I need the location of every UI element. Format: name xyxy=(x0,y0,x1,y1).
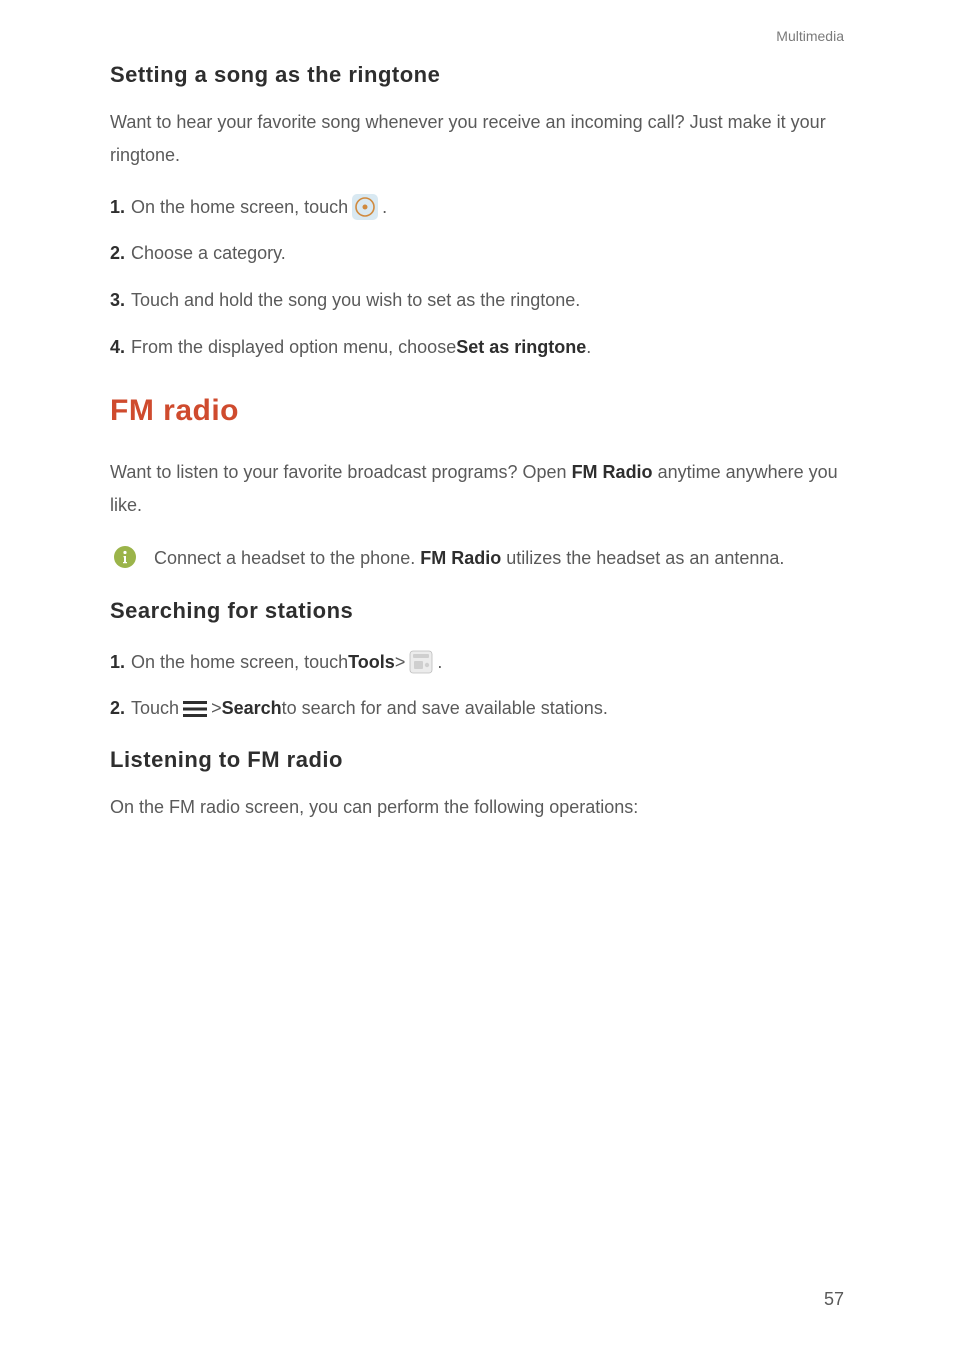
step-3-number: 3. xyxy=(110,286,125,315)
step-1-text: On the home screen, touch xyxy=(131,193,348,222)
search-step-2: 2. Touch > Search to search for and save… xyxy=(110,694,844,723)
step-4-pre: From the displayed option menu, choose xyxy=(131,333,456,362)
heading-listening-fm: Listening to FM radio xyxy=(110,747,844,773)
info-icon xyxy=(114,546,136,568)
step-1-after: . xyxy=(382,193,387,222)
heading-searching-stations: Searching for stations xyxy=(110,598,844,624)
search-step-1-pre: On the home screen, touch xyxy=(131,648,348,677)
step-4: 4. From the displayed option menu, choos… xyxy=(110,333,844,362)
step-1-number: 1. xyxy=(110,193,125,222)
menu-icon xyxy=(183,700,207,718)
page-container: Multimedia Setting a song as the rington… xyxy=(0,0,954,1352)
fm-radio-app-icon xyxy=(409,650,433,674)
search-step-1-mid: > xyxy=(395,648,406,677)
step-2: 2. Choose a category. xyxy=(110,239,844,268)
heading-fm-radio: FM radio xyxy=(110,394,844,428)
page-number: 57 xyxy=(824,1289,844,1310)
step-2-number: 2. xyxy=(110,239,125,268)
heading-setting-ringtone: Setting a song as the ringtone xyxy=(110,62,844,88)
music-app-icon xyxy=(352,194,378,220)
search-step-2-post: to search for and save available station… xyxy=(282,694,608,723)
step-3: 3. Touch and hold the song you wish to s… xyxy=(110,286,844,315)
header-section-label: Multimedia xyxy=(110,28,844,44)
intro-fm-strong: FM Radio xyxy=(572,462,653,482)
search-step-1-after: . xyxy=(437,648,442,677)
info-note: Connect a headset to the phone. FM Radio… xyxy=(110,542,844,575)
search-step-1: 1. On the home screen, touch Tools > . xyxy=(110,648,844,677)
step-4-number: 4. xyxy=(110,333,125,362)
intro-setting-ringtone: Want to hear your favorite song whenever… xyxy=(110,106,844,173)
info-post: utilizes the headset as an antenna. xyxy=(501,548,784,568)
info-pre: Connect a headset to the phone. xyxy=(154,548,420,568)
search-step-2-mid: > xyxy=(211,694,222,723)
intro-fm-radio: Want to listen to your favorite broadcas… xyxy=(110,456,844,523)
search-step-2-number: 2. xyxy=(110,694,125,723)
search-step-2-strong: Search xyxy=(222,694,282,723)
info-strong: FM Radio xyxy=(420,548,501,568)
step-4-post: . xyxy=(586,333,591,362)
step-3-text: Touch and hold the song you wish to set … xyxy=(131,286,580,315)
search-step-1-strong: Tools xyxy=(348,648,395,677)
search-step-2-pre: Touch xyxy=(131,694,179,723)
body-listening-fm: On the FM radio screen, you can perform … xyxy=(110,791,844,824)
step-4-strong: Set as ringtone xyxy=(456,333,586,362)
step-1: 1. On the home screen, touch . xyxy=(110,193,844,222)
search-step-1-number: 1. xyxy=(110,648,125,677)
info-note-text: Connect a headset to the phone. FM Radio… xyxy=(140,542,844,575)
intro-fm-pre: Want to listen to your favorite broadcas… xyxy=(110,462,572,482)
step-2-text: Choose a category. xyxy=(131,239,286,268)
